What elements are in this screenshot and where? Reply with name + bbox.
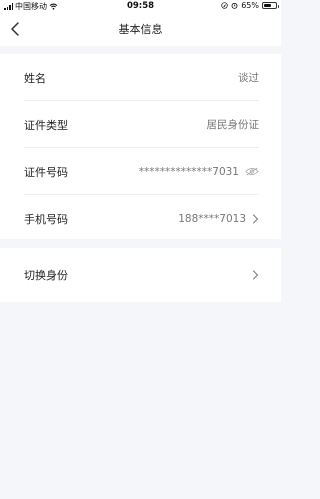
battery-icon [262, 2, 279, 9]
nav-bar: 基本信息 [0, 13, 281, 46]
id-type-label: 证件类型 [24, 118, 68, 132]
phone-value: 188****7013 [178, 212, 246, 225]
switch-identity-chevron-wrap [252, 269, 259, 280]
row-name: 姓名 谈过 [24, 54, 259, 101]
switch-identity-label: 切换身份 [24, 268, 68, 282]
id-number-value-wrap: **************7031 [139, 166, 259, 178]
battery-percent: 65% [241, 1, 259, 10]
id-type-value-wrap: 居民身份证 [207, 117, 260, 132]
row-id-type: 证件类型 居民身份证 [24, 101, 259, 148]
name-value: 谈过 [238, 72, 259, 84]
switch-identity-card: 切换身份 [0, 248, 281, 302]
phone-label: 手机号码 [24, 212, 68, 226]
row-phone[interactable]: 手机号码 188****7013 [24, 195, 259, 242]
id-number-value: **************7031 [138, 165, 239, 178]
phone-value-wrap: 188****7013 [178, 213, 259, 225]
battery-level [264, 4, 272, 7]
chevron-right-icon [252, 213, 259, 224]
status-right: 65% [221, 1, 279, 10]
page-title: 基本信息 [118, 23, 163, 36]
eye-closed-icon[interactable] [245, 167, 259, 176]
status-bar: 中国移动 09:58 65% [0, 0, 281, 13]
id-number-label: 证件号码 [24, 165, 68, 179]
row-id-number: 证件号码 **************7031 [24, 148, 259, 195]
id-type-value: 居民身份证 [206, 119, 260, 131]
name-label: 姓名 [24, 71, 46, 85]
switch-identity-row[interactable]: 切换身份 [24, 251, 259, 298]
chevron-right-icon [252, 269, 259, 280]
info-card: 姓名 谈过 证件类型 居民身份证 证件号码 **************7031… [0, 54, 281, 239]
location-icon [221, 2, 228, 9]
name-value-wrap: 谈过 [238, 70, 259, 85]
alarm-icon [231, 2, 238, 9]
